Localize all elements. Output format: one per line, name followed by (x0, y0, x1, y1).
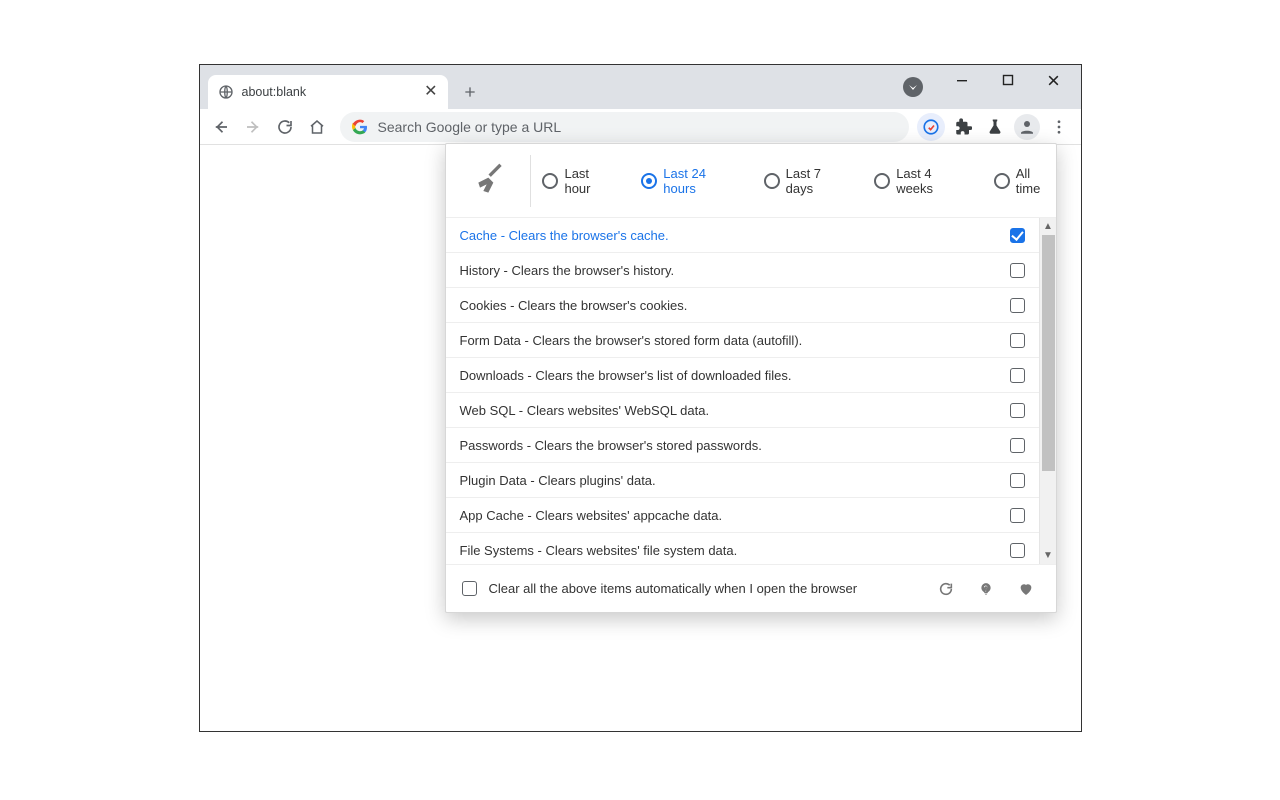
omnibox-placeholder: Search Google or type a URL (378, 119, 562, 135)
data-type-row[interactable]: Passwords - Clears the browser's stored … (446, 428, 1039, 463)
time-option[interactable]: Last hour (542, 166, 615, 196)
data-type-row[interactable]: Cache - Clears the browser's cache. (446, 218, 1039, 253)
home-button[interactable] (302, 112, 332, 142)
data-type-row[interactable]: Downloads - Clears the browser's list of… (446, 358, 1039, 393)
omnibox[interactable]: Search Google or type a URL (340, 112, 909, 142)
titlebar: about:blank ✕ (200, 65, 1081, 109)
help-icon[interactable]: ? ? (972, 575, 1000, 603)
tab-title: about:blank (242, 85, 417, 99)
radio-icon (874, 173, 890, 189)
data-type-checkbox[interactable] (1010, 473, 1025, 488)
data-type-checkbox[interactable] (1010, 298, 1025, 313)
data-type-checkbox[interactable] (1010, 543, 1025, 558)
data-type-label: Cookies - Clears the browser's cookies. (460, 298, 688, 313)
data-type-label: Cache - Clears the browser's cache. (460, 228, 669, 243)
clear-data-popup: Last hour Last 24 hours Last 7 days Last 4 … (445, 143, 1057, 613)
radio-icon (641, 173, 657, 189)
time-option-label: Last hour (564, 166, 615, 196)
time-option-label: Last 24 hours (663, 166, 737, 196)
back-button[interactable] (206, 112, 236, 142)
data-type-row[interactable]: File Systems - Clears websites' file sys… (446, 533, 1039, 564)
data-type-label: Form Data - Clears the browser's stored … (460, 333, 803, 348)
scroll-thumb[interactable] (1042, 235, 1055, 471)
data-type-checkbox[interactable] (1010, 508, 1025, 523)
kebab-menu-icon[interactable] (1045, 113, 1073, 141)
data-type-row[interactable]: History - Clears the browser's history. (446, 253, 1039, 288)
data-type-label: Web SQL - Clears websites' WebSQL data. (460, 403, 710, 418)
data-type-checkbox[interactable] (1010, 228, 1025, 243)
popup-body: Cache - Clears the browser's cache. Histo… (446, 218, 1056, 564)
avatar-icon (1014, 114, 1040, 140)
radio-icon (994, 173, 1010, 189)
toolbar: Search Google or type a URL (200, 109, 1081, 145)
radio-icon (542, 173, 558, 189)
forward-button[interactable] (238, 112, 268, 142)
time-option-label: All time (1016, 166, 1056, 196)
time-option[interactable]: Last 7 days (764, 166, 849, 196)
data-type-row[interactable]: Cookies - Clears the browser's cookies. (446, 288, 1039, 323)
scroll-down-icon[interactable]: ▼ (1040, 547, 1057, 564)
popup-header: Last hour Last 24 hours Last 7 days Last 4 … (446, 144, 1056, 218)
data-type-row[interactable]: Form Data - Clears the browser's stored … (446, 323, 1039, 358)
minimize-button[interactable] (939, 65, 985, 95)
data-type-row[interactable]: Web SQL - Clears websites' WebSQL data. (446, 393, 1039, 428)
maximize-button[interactable] (985, 65, 1031, 95)
reload-button[interactable] (270, 112, 300, 142)
toolbar-actions (917, 113, 1075, 141)
time-option-label: Last 4 weeks (896, 166, 968, 196)
data-type-row[interactable]: App Cache - Clears websites' appcache da… (446, 498, 1039, 533)
refresh-icon[interactable] (932, 575, 960, 603)
window-controls (939, 65, 1077, 95)
extensions-icon[interactable] (949, 113, 977, 141)
close-tab-icon[interactable]: ✕ (424, 84, 437, 100)
time-option-label: Last 7 days (786, 166, 849, 196)
time-range-options: Last hour Last 24 hours Last 7 days Last 4 … (542, 166, 1055, 196)
data-type-row[interactable]: Plugin Data - Clears plugins' data. (446, 463, 1039, 498)
globe-icon (218, 84, 234, 100)
data-type-label: Passwords - Clears the browser's stored … (460, 438, 762, 453)
window-badge-icon (903, 77, 923, 97)
time-option[interactable]: Last 24 hours (641, 166, 737, 196)
auto-clear-label: Clear all the above items automatically … (489, 581, 858, 596)
data-type-checkbox[interactable] (1010, 403, 1025, 418)
close-window-button[interactable] (1031, 65, 1077, 95)
data-type-list: Cache - Clears the browser's cache. Histo… (446, 218, 1039, 564)
radio-icon (764, 173, 780, 189)
google-g-icon (352, 119, 368, 135)
labs-icon[interactable] (981, 113, 1009, 141)
browser-window: about:blank ✕ (199, 64, 1082, 732)
data-type-checkbox[interactable] (1010, 438, 1025, 453)
data-type-checkbox[interactable] (1010, 368, 1025, 383)
broom-icon (470, 161, 510, 201)
new-tab-button[interactable] (456, 78, 484, 106)
data-type-label: History - Clears the browser's history. (460, 263, 675, 278)
popup-footer: Clear all the above items automatically … (446, 564, 1056, 612)
heart-icon[interactable] (1012, 575, 1040, 603)
time-option[interactable]: Last 4 weeks (874, 166, 968, 196)
profile-button[interactable] (1013, 113, 1041, 141)
auto-clear-checkbox[interactable] (462, 581, 477, 596)
extension-clear-icon[interactable] (917, 113, 945, 141)
data-type-label: App Cache - Clears websites' appcache da… (460, 508, 723, 523)
data-type-label: Downloads - Clears the browser's list of… (460, 368, 792, 383)
browser-tab[interactable]: about:blank ✕ (208, 75, 448, 109)
scrollbar[interactable]: ▲ ▼ (1039, 218, 1056, 564)
scroll-up-icon[interactable]: ▲ (1040, 218, 1057, 235)
data-type-label: File Systems - Clears websites' file sys… (460, 543, 738, 558)
data-type-checkbox[interactable] (1010, 263, 1025, 278)
data-type-checkbox[interactable] (1010, 333, 1025, 348)
time-option[interactable]: All time (994, 166, 1056, 196)
divider (530, 155, 531, 207)
data-type-label: Plugin Data - Clears plugins' data. (460, 473, 656, 488)
